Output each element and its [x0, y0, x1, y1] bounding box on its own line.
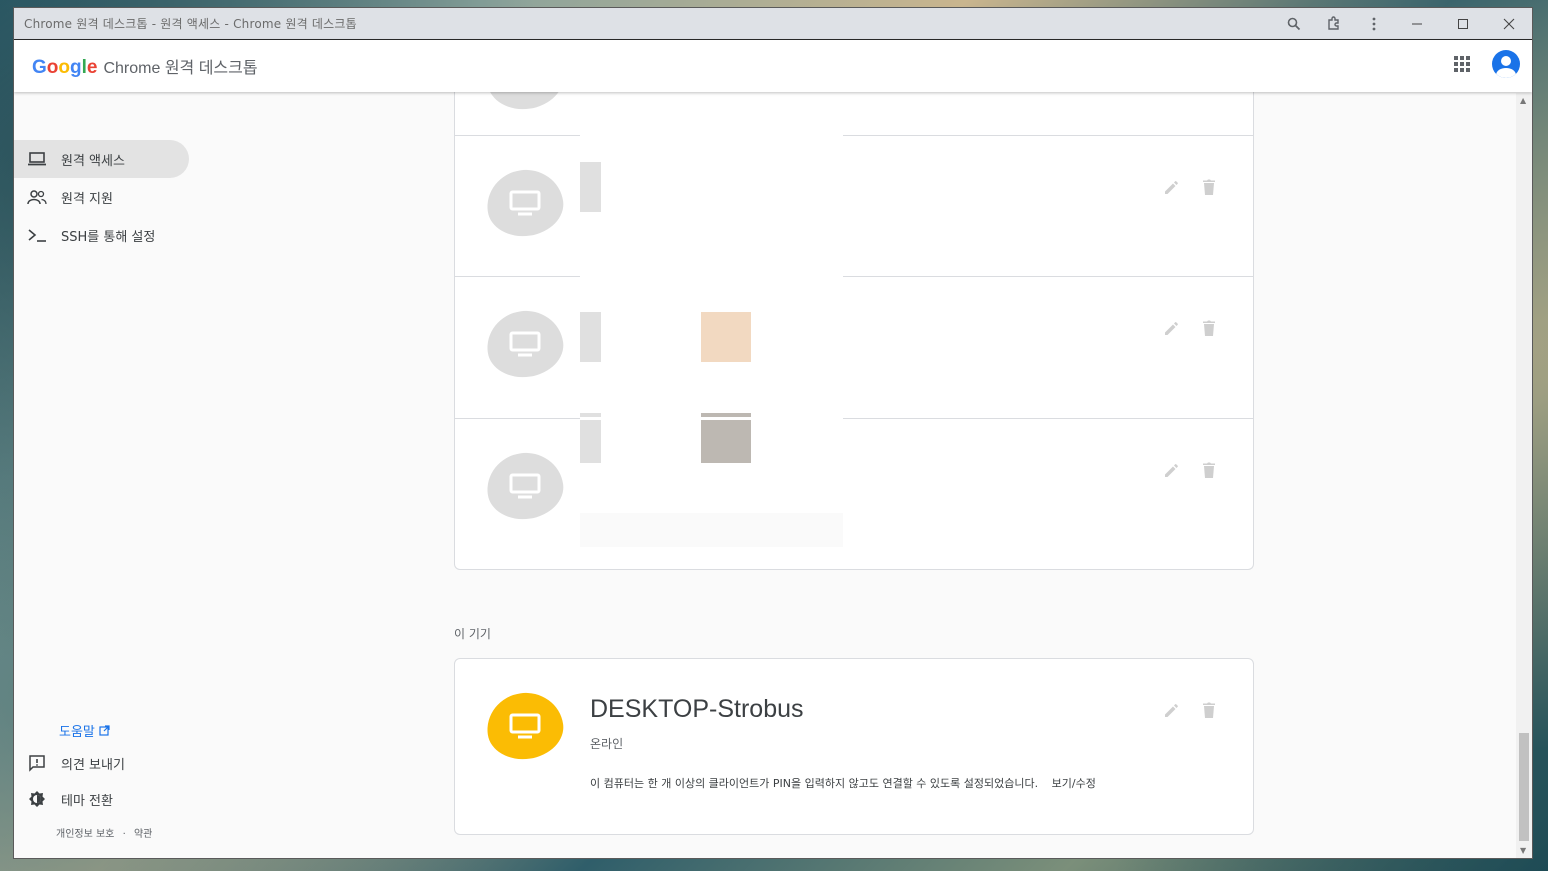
- edit-icon[interactable]: [1163, 701, 1181, 719]
- more-menu-icon[interactable]: [1354, 8, 1394, 40]
- page-content: 원격 액세스 원격 지원 SSH를 통해 설정 도움말 의견 보내기 테마 전환…: [14, 38, 1532, 858]
- feedback-icon: [27, 753, 47, 773]
- theme-toggle-button[interactable]: 테마 전환: [27, 789, 113, 809]
- window-title: Chrome 원격 데스크톱 - 원격 액세스 - Chrome 원격 데스크톱: [24, 17, 357, 31]
- browser-window: Chrome 원격 데스크톱 - 원격 액세스 - Chrome 원격 데스크톱: [13, 7, 1533, 859]
- header-actions: [1452, 50, 1520, 78]
- close-icon[interactable]: [1486, 8, 1532, 40]
- people-icon: [27, 187, 47, 207]
- account-avatar[interactable]: [1492, 50, 1520, 78]
- logo-letter: o: [58, 56, 70, 78]
- row-actions: [1163, 701, 1217, 719]
- redacted-text: [580, 413, 601, 463]
- remote-computer-icon: [482, 165, 568, 241]
- edit-icon[interactable]: [1163, 461, 1181, 479]
- delete-icon[interactable]: [1201, 461, 1217, 479]
- pinless-description: 이 컴퓨터는 한 개 이상의 클라이언트가 PIN을 입력하지 않고도 연결할 …: [590, 777, 1039, 790]
- title-bar: Chrome 원격 데스크톱 - 원격 액세스 - Chrome 원격 데스크톱: [14, 8, 1532, 40]
- row-actions: [1163, 461, 1217, 479]
- view-edit-link[interactable]: 보기/수정: [1052, 777, 1096, 790]
- footer-links: 개인정보 보호 · 약관: [56, 825, 152, 840]
- sidebar-item-ssh-setup[interactable]: SSH를 통해 설정: [14, 216, 189, 254]
- title-bar-controls: [1274, 8, 1532, 40]
- remote-computer-icon: [482, 306, 568, 382]
- google-apps-icon[interactable]: [1452, 54, 1472, 74]
- delete-icon[interactable]: [1201, 178, 1217, 196]
- edit-icon[interactable]: [1163, 319, 1181, 337]
- logo-letter: G: [32, 56, 47, 78]
- sidebar-nav: 원격 액세스 원격 지원 SSH를 통해 설정: [14, 140, 189, 254]
- google-chrome-remote-desktop-logo[interactable]: Google Chrome 원격 데스크톱: [32, 54, 258, 79]
- sidebar-item-label: 원격 지원: [61, 191, 113, 207]
- google-wordmark: Google: [32, 57, 97, 79]
- sidebar-item-remote-access[interactable]: 원격 액세스: [14, 140, 189, 178]
- edit-icon[interactable]: [1163, 178, 1181, 196]
- feedback-button[interactable]: 의견 보내기: [27, 753, 125, 773]
- logo-letter: e: [86, 56, 98, 78]
- redacted-avatar: [701, 413, 751, 463]
- theme-label: 테마 전환: [61, 793, 113, 809]
- delete-icon[interactable]: [1201, 701, 1217, 719]
- remote-device-row[interactable]: [455, 413, 1253, 560]
- scroll-thumb[interactable]: [1519, 733, 1529, 841]
- scroll-down-icon[interactable]: ▼: [1520, 846, 1526, 855]
- remote-devices-card: [454, 38, 1254, 570]
- product-name: Chrome 원격 데스크톱: [103, 59, 258, 77]
- minimize-icon[interactable]: [1394, 8, 1440, 40]
- row-actions: [1163, 319, 1217, 337]
- host-description: 이 컴퓨터는 한 개 이상의 클라이언트가 PIN을 입력하지 않고도 연결할 …: [590, 775, 1096, 791]
- page-scrollbar[interactable]: ▲ ▼: [1516, 93, 1532, 858]
- feedback-label: 의견 보내기: [61, 757, 125, 773]
- local-computer-icon: [482, 688, 568, 764]
- terms-link[interactable]: 약관: [134, 829, 152, 840]
- this-device-card[interactable]: DESKTOP-Strobus 온라인 이 컴퓨터는 한 개 이상의 클라이언트…: [454, 658, 1254, 835]
- help-link-label: 도움말: [59, 725, 95, 740]
- privacy-link[interactable]: 개인정보 보호: [56, 829, 114, 840]
- sidebar-item-remote-support[interactable]: 원격 지원: [14, 178, 189, 216]
- scroll-up-icon[interactable]: ▲: [1520, 96, 1526, 105]
- zoom-icon[interactable]: [1274, 8, 1314, 40]
- sidebar-item-label: SSH를 통해 설정: [61, 229, 156, 245]
- delete-icon[interactable]: [1201, 319, 1217, 337]
- extensions-icon[interactable]: [1314, 8, 1354, 40]
- logo-letter: g: [70, 56, 82, 78]
- redacted-text: [580, 513, 843, 547]
- sidebar: 원격 액세스 원격 지원 SSH를 통해 설정 도움말 의견 보내기 테마 전환…: [14, 93, 214, 858]
- sidebar-item-label: 원격 액세스: [61, 153, 125, 169]
- footer-separator: ·: [122, 829, 126, 840]
- laptop-icon: [27, 149, 47, 169]
- remote-device-row[interactable]: [455, 276, 1253, 418]
- row-actions: [1163, 178, 1217, 196]
- help-link[interactable]: 도움말: [59, 721, 110, 740]
- host-status: 온라인: [590, 737, 624, 751]
- app-header: Google Chrome 원격 데스크톱: [14, 40, 1532, 92]
- remote-computer-icon: [482, 448, 568, 524]
- host-name: DESKTOP-Strobus: [590, 695, 804, 723]
- this-device-section-label: 이 기기: [454, 627, 491, 641]
- remote-device-row[interactable]: [455, 135, 1253, 277]
- open-in-new-icon: [99, 725, 110, 736]
- logo-letter: o: [46, 56, 59, 78]
- redaction-area: [580, 83, 843, 420]
- terminal-icon: [27, 225, 47, 245]
- maximize-icon[interactable]: [1440, 8, 1486, 40]
- theme-icon: [27, 789, 47, 809]
